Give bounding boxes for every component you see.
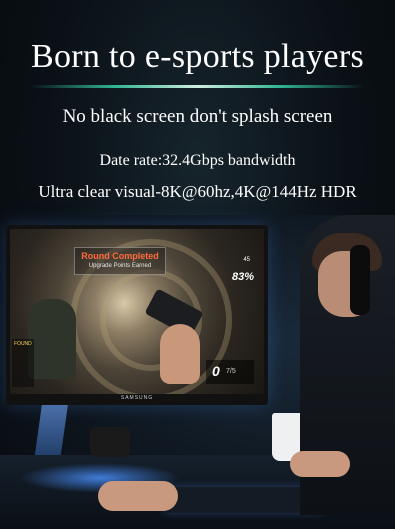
gaming-scene-image: Round Completed Upgrade Points Earned 45… <box>0 215 395 529</box>
monitor: Round Completed Upgrade Points Earned 45… <box>6 225 268 405</box>
headline: Born to e-sports players <box>31 38 364 75</box>
game-screen: Round Completed Upgrade Points Earned 45… <box>10 229 264 394</box>
feature-line-1: No black screen don't splash screen <box>62 106 333 127</box>
left-hand-on-keyboard <box>98 481 178 511</box>
round-completed-banner: Round Completed Upgrade Points Earned <box>74 247 166 275</box>
enemy-soldier <box>28 299 76 379</box>
product-banner: Born to e-sports players No black screen… <box>0 0 395 529</box>
right-hand-on-mouse <box>290 451 350 477</box>
hud-subtitle: Upgrade Points Earned <box>88 263 152 269</box>
ammo-counter: 0 7/5 <box>206 360 254 384</box>
hud-left-label: FOUND <box>14 341 32 347</box>
hud-stat: 45 <box>243 257 250 263</box>
speaker <box>90 427 130 457</box>
hud-title: Round Completed <box>81 251 159 261</box>
ammo-max: 7/5 <box>226 368 236 375</box>
ammo-count: 0 <box>212 363 220 379</box>
monitor-stand <box>34 405 68 460</box>
feature-line-3: Ultra clear visual-8K@60hz,4K@144Hz HDR <box>38 182 357 201</box>
feature-line-2: Date rate:32.4Gbps bandwidth <box>99 152 296 169</box>
hud-left-panel: FOUND <box>12 339 34 387</box>
decorative-divider <box>30 85 365 88</box>
monitor-brand: SAMSUNG <box>120 395 154 401</box>
player-hand <box>160 324 200 384</box>
hud-percent: 83% <box>231 271 254 283</box>
headset <box>350 245 370 315</box>
